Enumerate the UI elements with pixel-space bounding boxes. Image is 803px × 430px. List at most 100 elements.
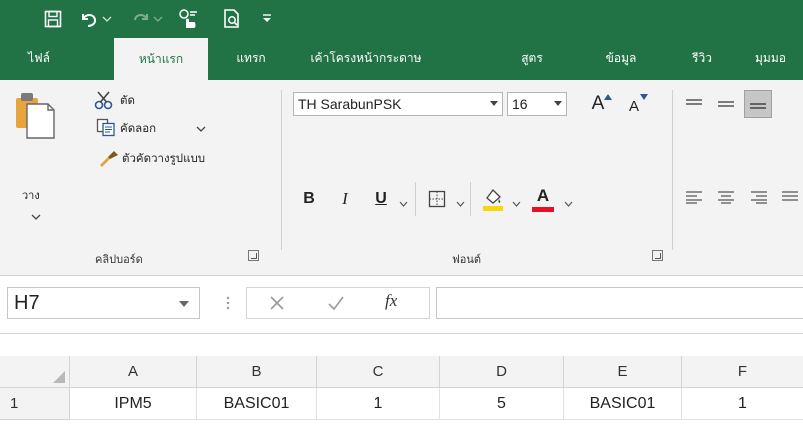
clipboard-group-label: คลิปบอร์ด	[95, 253, 143, 266]
fill-color-icon	[483, 189, 503, 211]
tab-view[interactable]: มุมมอ	[755, 36, 803, 80]
indent-icon	[782, 191, 798, 201]
cell-b1[interactable]: BASIC01	[197, 388, 317, 420]
align-top-button[interactable]	[683, 94, 705, 116]
borders-button[interactable]	[424, 186, 450, 212]
scissors-icon	[94, 91, 113, 110]
copy-button[interactable]: คัดลอก	[94, 116, 234, 140]
tab-formulas[interactable]: สูตร	[513, 36, 551, 80]
row-header-1[interactable]: 1	[0, 388, 70, 420]
group-separator-2	[672, 90, 673, 250]
font-launcher-icon[interactable]	[652, 250, 663, 261]
font-color-dropdown-icon[interactable]	[564, 196, 573, 210]
tab-review[interactable]: รีวิว	[684, 36, 720, 80]
fill-color-button[interactable]	[479, 184, 507, 214]
cell-f1[interactable]: 1	[682, 388, 803, 420]
underline-dropdown-icon[interactable]	[399, 196, 408, 210]
grow-font-button[interactable]: A	[584, 90, 612, 118]
grow-font-icon: A	[591, 93, 605, 114]
redo-icon[interactable]	[130, 7, 152, 31]
cell-d1[interactable]: 5	[440, 388, 564, 420]
shrink-font-icon: A	[628, 97, 639, 115]
align-middle-icon	[718, 101, 734, 107]
align-center-button[interactable]	[715, 186, 737, 208]
align-left-button[interactable]	[683, 186, 705, 208]
align-center-icon	[718, 191, 734, 204]
shrink-font-button[interactable]: A	[620, 90, 648, 118]
cell-e1[interactable]: BASIC01	[564, 388, 682, 420]
formula-bar: H7 fx	[0, 276, 803, 334]
undo-icon[interactable]	[78, 7, 100, 31]
font-group-label: ฟอนต์	[452, 253, 482, 266]
tab-page-layout[interactable]: เค้าโครงหน้ากระดาษ	[300, 36, 432, 80]
column-header-a[interactable]: A	[70, 356, 197, 388]
italic-button[interactable]: I	[332, 186, 358, 212]
redo-dropdown-icon[interactable]	[152, 7, 164, 31]
indent-button[interactable]	[781, 186, 803, 208]
align-bottom-button[interactable]	[744, 90, 772, 118]
column-header-b[interactable]: B	[197, 356, 317, 388]
font-name-combo[interactable]: TH SarabunPSK	[293, 92, 503, 116]
select-all-button[interactable]	[0, 356, 70, 388]
group-separator	[281, 90, 282, 250]
format-painter-icon	[100, 151, 118, 167]
clipboard-launcher-icon[interactable]	[248, 250, 259, 261]
insert-function-icon[interactable]: fx	[385, 291, 397, 311]
ribbon-home: วาง ตัด คัดลอก ตัวคัดวางรูปแบบ คลิปบอร์ด…	[0, 80, 803, 276]
cell-a1[interactable]: IPM5	[70, 388, 197, 420]
ribbon-tabs: ไฟล์ หน้าแรก แทรก เค้าโครงหน้ากระดาษ สูต…	[0, 36, 803, 80]
enter-icon[interactable]	[327, 295, 345, 314]
formula-buttons: fx	[246, 287, 430, 319]
tab-file[interactable]: ไฟล์	[10, 36, 68, 80]
column-header-f[interactable]: F	[682, 356, 803, 388]
align-right-icon	[751, 191, 767, 204]
format-painter-label: ตัวคัดวางรูปแบบ	[122, 151, 206, 165]
font-size-value: 16	[512, 96, 528, 112]
tab-data[interactable]: ข้อมูล	[593, 36, 649, 80]
align-middle-button[interactable]	[715, 94, 737, 116]
align-right-button[interactable]	[748, 186, 770, 208]
font-name-dropdown-icon[interactable]	[490, 101, 498, 106]
align-left-icon	[686, 191, 702, 204]
copy-icon	[96, 118, 115, 137]
font-size-dropdown-icon[interactable]	[554, 101, 562, 106]
borders-icon	[428, 190, 446, 208]
align-top-icon	[686, 99, 702, 105]
undo-dropdown-icon[interactable]	[101, 7, 113, 31]
tab-insert[interactable]: แทรก	[222, 36, 280, 80]
name-box-value: H7	[14, 291, 40, 314]
quick-access-toolbar	[0, 0, 803, 36]
paste-button[interactable]	[12, 90, 58, 150]
align-bottom-icon	[750, 103, 766, 109]
font-size-combo[interactable]: 16	[507, 92, 567, 116]
formula-input[interactable]	[436, 287, 803, 319]
paste-icon	[16, 93, 55, 139]
fill-color-dropdown-icon[interactable]	[512, 196, 521, 210]
formula-bar-grip-icon[interactable]	[226, 296, 230, 313]
column-header-d[interactable]: D	[440, 356, 564, 388]
save-icon[interactable]	[42, 7, 64, 31]
cancel-icon[interactable]	[269, 295, 285, 314]
bold-button[interactable]: B	[296, 186, 322, 212]
borders-dropdown-icon[interactable]	[456, 196, 465, 210]
touch-mode-icon[interactable]	[176, 7, 202, 31]
font-divider-2	[470, 182, 471, 216]
name-box[interactable]: H7	[7, 287, 200, 319]
font-color-button[interactable]: A	[530, 184, 556, 214]
paste-dropdown-icon[interactable]	[31, 210, 41, 224]
copy-dropdown-icon[interactable]	[196, 126, 206, 133]
name-box-dropdown-icon[interactable]	[179, 301, 189, 307]
cut-label: ตัด	[120, 93, 135, 107]
tab-home[interactable]: หน้าแรก	[114, 38, 208, 80]
paste-label[interactable]: วาง	[22, 186, 40, 204]
cut-button[interactable]: ตัด	[94, 88, 214, 112]
column-header-c[interactable]: C	[317, 356, 440, 388]
format-painter-button[interactable]: ตัวคัดวางรูปแบบ	[96, 144, 266, 172]
title-bar: ไฟล์ หน้าแรก แทรก เค้าโครงหน้ากระดาษ สูต…	[0, 0, 803, 80]
customize-qat-icon[interactable]	[260, 7, 274, 31]
column-header-e[interactable]: E	[564, 356, 682, 388]
cell-c1[interactable]: 1	[317, 388, 440, 420]
print-preview-icon[interactable]	[220, 7, 244, 31]
worksheet-grid: A B C D E F 1 IPM5 BASIC01 1 5 BASIC01 1	[0, 334, 803, 430]
underline-button[interactable]: U	[368, 186, 394, 212]
